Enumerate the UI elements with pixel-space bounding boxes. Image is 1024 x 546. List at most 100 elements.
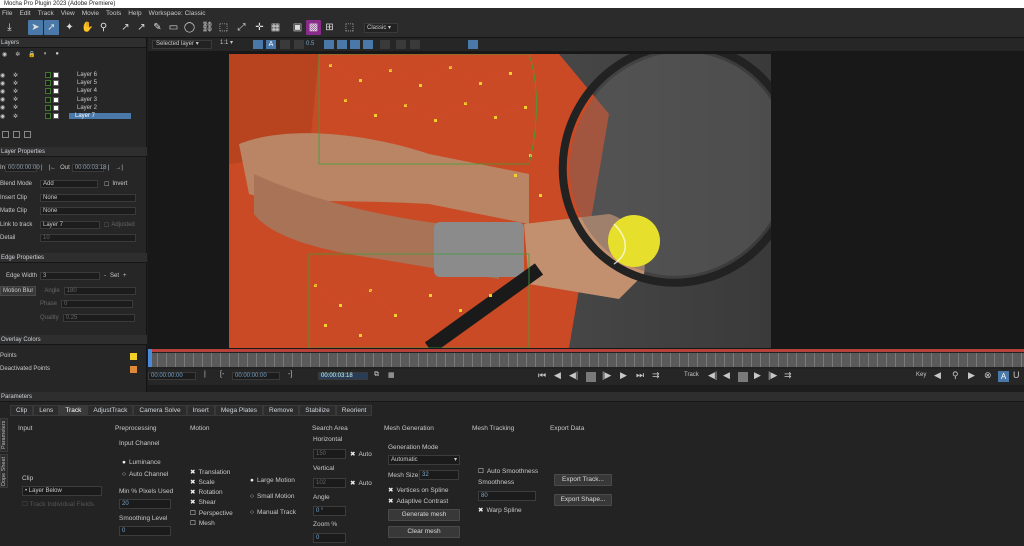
track-stop-icon[interactable] — [738, 372, 748, 382]
pick-icon[interactable]: ✦ — [62, 20, 77, 35]
tab-track[interactable]: Track — [59, 405, 88, 416]
eye-icon[interactable]: ◉ — [0, 80, 8, 87]
angle-field[interactable]: 0 ° — [313, 506, 346, 516]
stop-icon[interactable] — [586, 372, 596, 382]
side-tab-dope-sheet[interactable]: Dope Sheet — [0, 454, 8, 488]
matte-clip-select[interactable]: None — [40, 207, 136, 215]
warp-spline-checkbox[interactable]: ✖ Warp Spline — [478, 506, 522, 514]
timeline-bar[interactable] — [148, 349, 1024, 369]
delete-key-icon[interactable]: ⊗ — [984, 370, 992, 381]
mesh-checkbox[interactable]: ☐ Mesh — [190, 519, 215, 527]
luminance-radio[interactable]: ● Luminance — [122, 459, 161, 466]
next-key-icon[interactable]: ▶ — [968, 370, 975, 381]
invert-checkbox[interactable]: ☐ — [104, 181, 109, 188]
arrow-icon[interactable]: ➤ — [28, 20, 43, 35]
layer-swatch[interactable] — [53, 72, 59, 79]
zoom-select[interactable]: 1:1 ▾ — [220, 40, 244, 49]
layer-swatch[interactable] — [53, 88, 59, 95]
motion-blur-button[interactable]: Motion Blur — [0, 286, 37, 296]
menu-edit[interactable]: Edit — [19, 10, 30, 17]
vertical-field[interactable]: 102 — [313, 478, 346, 488]
viewer-tool-5[interactable] — [337, 40, 347, 49]
angle-field[interactable]: 180 — [63, 287, 136, 295]
gear-icon[interactable]: ✲ — [13, 80, 23, 87]
translation-checkbox[interactable]: ✖ Translation — [190, 468, 230, 476]
layer-swatch[interactable] — [53, 104, 59, 111]
smoothness-field[interactable]: 80 — [478, 491, 536, 501]
auto-smoothness-checkbox[interactable]: ☐ Auto Smoothness — [478, 467, 538, 475]
auto-channel-radio[interactable]: ○ Auto Channel — [122, 471, 168, 478]
auto-key-icon[interactable]: A — [998, 371, 1009, 382]
smoothing-level-field[interactable]: 0 — [119, 526, 171, 536]
layer-swatch[interactable] — [53, 113, 59, 120]
layer-row-selected[interactable]: ◉ ✲ Layer 7 — [0, 112, 147, 120]
export-shape-button[interactable]: Export Shape... — [554, 494, 612, 506]
deactivated-color-swatch[interactable] — [130, 366, 137, 373]
duplicate-layer-icon[interactable] — [13, 131, 20, 138]
manual-track-radio[interactable]: ○ Manual Track — [250, 509, 296, 516]
tab-insert[interactable]: Insert — [186, 405, 215, 416]
in-point-field[interactable]: 00:00:00:00 — [5, 164, 40, 172]
select-icon[interactable]: ⬚ — [342, 20, 357, 35]
track-step-back-icon[interactable]: ◀ — [723, 370, 730, 381]
export-tracking-button[interactable]: Export Track... — [554, 474, 612, 486]
goto-start-icon[interactable]: | — [204, 371, 206, 378]
gear-icon[interactable]: ✲ — [13, 104, 23, 111]
viewer-tool-1[interactable] — [253, 40, 263, 49]
edge-width-field[interactable]: 3 — [40, 272, 100, 280]
layer-color[interactable] — [45, 88, 51, 95]
blend-mode-select[interactable]: Add — [40, 180, 98, 188]
layer-swatch[interactable] — [53, 80, 59, 87]
in-point-field[interactable]: 00:00:00:00 — [232, 372, 280, 380]
layer-color[interactable] — [45, 113, 51, 120]
viewer-tool-8[interactable] — [380, 40, 390, 49]
viewer-tool-7[interactable] — [363, 40, 373, 49]
layer-swatch[interactable] — [53, 96, 59, 103]
tab-adjust-track[interactable]: AdjustTrack — [87, 405, 134, 416]
prev-key-icon[interactable]: ◀ — [934, 370, 941, 381]
mesh-icon[interactable]: ▩ — [306, 20, 321, 35]
layer-row[interactable]: ◉ ✲ Layer 6 — [0, 71, 147, 79]
tab-lens[interactable]: Lens — [33, 405, 60, 416]
layer-row[interactable]: ◉ ✲ Layer 4 — [0, 87, 147, 95]
hand-icon[interactable] — [396, 40, 406, 49]
vertical-auto-checkbox[interactable]: ✖ Auto — [350, 479, 372, 487]
mesh-size-field[interactable]: 32 — [419, 470, 459, 480]
menu-help[interactable]: Help — [128, 10, 141, 17]
layer-display-select[interactable]: Selected layer ▾ — [152, 40, 212, 49]
layer-row[interactable]: ◉ ✲ Layer 2 — [0, 104, 147, 112]
eye-icon[interactable]: ◉ — [0, 96, 8, 103]
quality-field[interactable]: 0.25 — [62, 314, 135, 322]
small-motion-radio[interactable]: ○ Small Motion — [250, 493, 295, 500]
clear-mesh-button[interactable]: Clear mesh — [388, 526, 460, 538]
horizontal-field[interactable]: 150 — [313, 449, 346, 459]
menu-track[interactable]: Track — [38, 10, 54, 17]
pointer-icon[interactable]: ➚ — [44, 20, 59, 35]
generation-mode-select[interactable]: Automatic ▾ — [388, 455, 460, 465]
step-forward-icon[interactable]: |▶ — [602, 370, 611, 381]
calendar-icon[interactable]: ▦ — [388, 371, 395, 379]
hand-icon[interactable]: ✋ — [80, 20, 95, 35]
gear-icon[interactable]: ✲ — [13, 72, 23, 79]
gear-icon[interactable]: ✲ — [13, 113, 23, 120]
generate-mesh-button[interactable]: Generate mesh — [388, 509, 460, 521]
adaptive-contrast-checkbox[interactable]: ✖ Adaptive Contrast — [388, 497, 448, 505]
adjusted-checkbox[interactable]: ☐ — [104, 222, 109, 229]
bezier-icon[interactable]: ↗ — [134, 20, 149, 35]
video-frame[interactable] — [229, 54, 771, 348]
vertices-on-spline-checkbox[interactable]: ✖ Vertices on Spline — [388, 486, 449, 494]
viewer-tool-9[interactable] — [468, 40, 478, 49]
gear-icon[interactable]: ✲ — [13, 88, 23, 95]
viewer-tool-2[interactable] — [280, 40, 290, 49]
tab-remove[interactable]: Remove — [263, 405, 300, 416]
circle-icon[interactable]: ◯ — [182, 20, 197, 35]
layer-color[interactable] — [45, 80, 51, 87]
menu-file[interactable]: File — [2, 10, 12, 17]
track-fields-checkbox[interactable]: ☐ Track Individual Fields — [22, 500, 94, 508]
track-backward-icon[interactable]: ◀| — [708, 370, 717, 381]
phase-field[interactable]: 0 — [61, 300, 134, 308]
layer-row[interactable]: ◉ ✲ Layer 3 — [0, 96, 147, 104]
viewer-tool-3[interactable] — [294, 40, 304, 49]
surface-icon[interactable]: ▣ — [290, 20, 305, 35]
tab-clip[interactable]: Clip — [10, 405, 34, 416]
